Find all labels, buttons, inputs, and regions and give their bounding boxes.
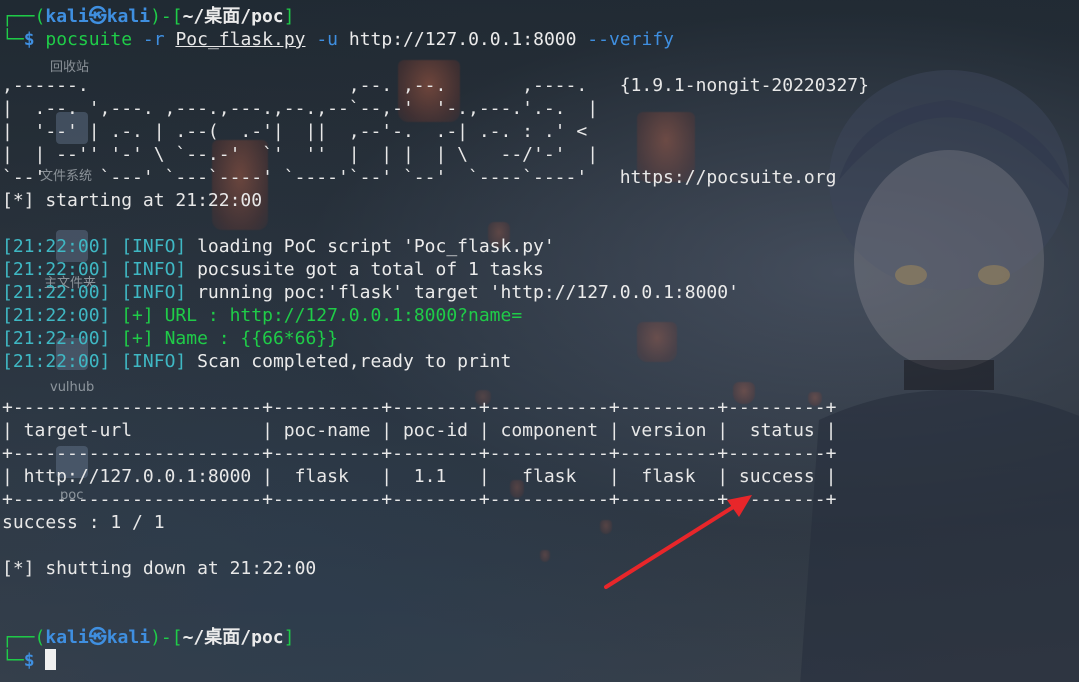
banner-line-4: | | --'' '-' \ `--.-' `' '' | | | | \ --… [2, 144, 599, 165]
prompt-symbol: $ [23, 29, 35, 50]
log-line: [21:22:00] [INFO] Scan completed,ready t… [2, 351, 512, 372]
prompt-host: kali [106, 6, 151, 27]
command-line: └─$ pocsuite -r Poc_flask.py -u http://1… [2, 29, 674, 50]
text-cursor [45, 649, 57, 670]
starting-line: [*] starting at 21:22:00 [2, 190, 263, 211]
log-line: [21:22:00] [INFO] running poc:'flask' ta… [2, 282, 739, 303]
table-border-top: +-----------------------+----------+----… [2, 397, 837, 418]
log-line: [21:22:00] [+] URL : http://127.0.0.1:80… [2, 305, 523, 326]
summary-line: success : 1 / 1 [2, 512, 165, 533]
prompt-user: kali [45, 6, 89, 27]
banner-line-5: `--' `---' `---`----' `----'`--' `--' `-… [2, 167, 837, 188]
banner-line-2: | .--. ',---. ,---.,---.,--.,--`--,-' '-… [2, 98, 599, 119]
prompt-line-2: ┌──(kali㉿kali)-[~/桌面/poc] [2, 627, 295, 648]
shutdown-line: [*] shutting down at 21:22:00 [2, 558, 317, 579]
prompt-cwd: ~/桌面/poc [182, 6, 284, 27]
command-program: pocsuite [45, 29, 133, 50]
banner-line-1: ,------. ,--. ,--. ,----. {1.9.1-nongit-… [2, 75, 869, 96]
command-script: Poc_flask.py [175, 29, 306, 50]
prompt-line-1: ┌──(kali㉿kali)-[~/桌面/poc] [2, 6, 295, 27]
terminal-window[interactable]: 回收站 文件系统 主文件夹 vulhub poc ┌──(kali㉿kali)-… [0, 0, 1079, 682]
terminal-output[interactable]: ┌──(kali㉿kali)-[~/桌面/poc] └─$ pocsuite -… [0, 0, 1079, 682]
table-row: | http://127.0.0.1:8000 | flask | 1.1 | … [2, 466, 837, 487]
command-flag-r: -r [142, 29, 165, 50]
input-line[interactable]: └─$ [2, 649, 57, 672]
prompt-at-icon: ㉿ [88, 6, 107, 27]
command-flag-verify: --verify [587, 29, 674, 50]
command-url: http://127.0.0.1:8000 [348, 29, 577, 50]
table-border-bottom: +-----------------------+----------+----… [2, 489, 837, 510]
command-flag-u: -u [316, 29, 339, 50]
log-line: [21:22:00] [INFO] pocsusite got a total … [2, 259, 544, 280]
table-border-mid: +-----------------------+----------+----… [2, 443, 837, 464]
table-header: | target-url | poc-name | poc-id | compo… [2, 420, 837, 441]
log-line: [21:22:00] [+] Name : {{66*66}} [2, 328, 338, 349]
log-line: [21:22:00] [INFO] loading PoC script 'Po… [2, 236, 555, 257]
banner-line-3: | '--' | .-. | .--( .-'| || ,--'-. .-| .… [2, 121, 588, 142]
